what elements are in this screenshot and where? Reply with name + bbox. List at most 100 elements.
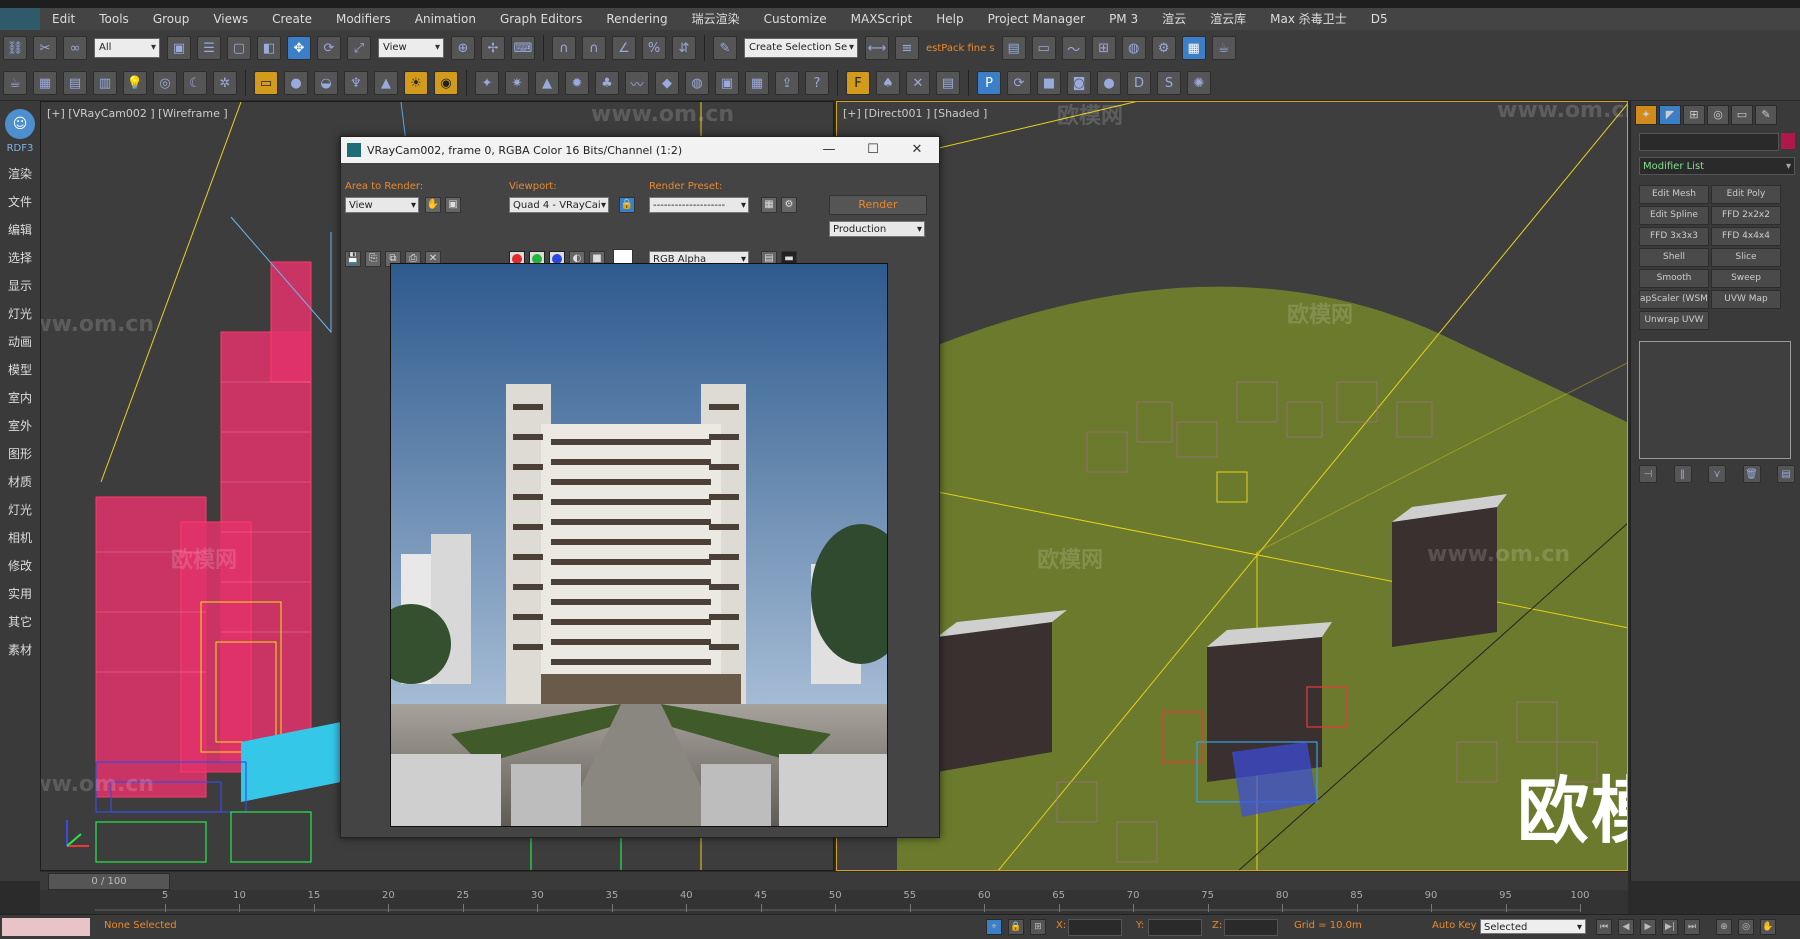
- select-scale-icon[interactable]: ⤢: [347, 36, 371, 60]
- rail-item-select[interactable]: 选择: [0, 244, 40, 272]
- sphere-light-icon[interactable]: ●: [284, 71, 308, 95]
- align-icon[interactable]: ≡: [895, 36, 919, 60]
- schematic-view-icon[interactable]: ⊞: [1091, 36, 1116, 60]
- rail-item-edit[interactable]: 编辑: [0, 216, 40, 244]
- auto-key-button[interactable]: Auto Key: [1432, 920, 1477, 931]
- mod-unwrap-uvw-button[interactable]: Unwrap UVW: [1639, 311, 1709, 330]
- pan-icon[interactable]: ✋: [1760, 919, 1776, 935]
- dome-light-icon[interactable]: ◒: [314, 71, 338, 95]
- snap-2d-icon[interactable]: ∩: [552, 36, 576, 60]
- menu-customize[interactable]: Customize: [752, 8, 839, 30]
- track-bar[interactable]: 5 10 15 20 25 30 35 40 45 50 55 60 65 70 75 80 85 90 95 100: [40, 890, 1628, 914]
- frame-icon[interactable]: ▦: [745, 71, 769, 95]
- menu-ruiyun[interactable]: 瑞云渲染: [680, 8, 752, 30]
- create-tab-icon[interactable]: ✦: [1635, 105, 1657, 125]
- hair-icon[interactable]: 〰: [625, 71, 649, 95]
- material-ball-icon[interactable]: ●: [1097, 71, 1121, 95]
- object-color-swatch[interactable]: [1781, 133, 1795, 149]
- pivot-center-icon[interactable]: ⊕: [451, 36, 475, 60]
- motion-tab-icon[interactable]: ◎: [1707, 105, 1729, 125]
- menu-pm3[interactable]: PM 3: [1097, 8, 1150, 30]
- vray-cam-icon[interactable]: ◎: [153, 71, 177, 95]
- rail-item-exterior[interactable]: 室外: [0, 412, 40, 440]
- render-production-icon[interactable]: ☕: [1211, 36, 1236, 60]
- sky-icon[interactable]: ◉: [434, 71, 458, 95]
- render-button[interactable]: Render: [829, 195, 927, 215]
- hierarchy-tab-icon[interactable]: ⊞: [1683, 105, 1705, 125]
- zoom-icon[interactable]: ⊕: [1716, 919, 1732, 935]
- menu-edit[interactable]: Edit: [40, 8, 87, 30]
- material-editor-icon[interactable]: ◍: [1121, 36, 1146, 60]
- next-frame-icon[interactable]: ▶|: [1662, 919, 1678, 935]
- close-icon[interactable]: ✕: [895, 137, 939, 163]
- render-region-icon[interactable]: ▥: [93, 71, 117, 95]
- y-coord-field[interactable]: [1148, 919, 1202, 936]
- go-to-end-icon[interactable]: ⏭: [1684, 919, 1700, 935]
- remove-modifier-icon[interactable]: 🗑: [1742, 465, 1761, 483]
- rail-item-material[interactable]: 材质: [0, 468, 40, 496]
- modify-tab-icon[interactable]: ◤: [1659, 105, 1681, 125]
- x-coord-field[interactable]: [1068, 919, 1122, 936]
- rail-item-assets[interactable]: 素材: [0, 636, 40, 664]
- grass-icon[interactable]: ♣: [595, 71, 619, 95]
- rail-item-camera[interactable]: 相机: [0, 524, 40, 552]
- layer-manager-icon[interactable]: ▤: [1001, 36, 1026, 60]
- modifier-list-dropdown[interactable]: Modifier List: [1639, 157, 1795, 176]
- viewport-label[interactable]: [+] [VRayCam002 ] [Wireframe ]: [47, 107, 228, 120]
- menu-modifiers[interactable]: Modifiers: [324, 8, 403, 30]
- minimize-icon[interactable]: —: [807, 137, 851, 163]
- rail-item-light[interactable]: 灯光: [0, 496, 40, 524]
- plane-light-icon[interactable]: ▭: [254, 71, 278, 95]
- menu-animation[interactable]: Animation: [403, 8, 488, 30]
- object-name-field[interactable]: [1639, 133, 1779, 151]
- mod-sweep-button[interactable]: Sweep: [1711, 269, 1781, 288]
- rail-item-other[interactable]: 其它: [0, 608, 40, 636]
- rail-item-light-a[interactable]: 灯光: [0, 300, 40, 328]
- plane-icon[interactable]: ▲: [535, 71, 559, 95]
- environment-icon[interactable]: ⚙: [781, 197, 797, 213]
- mod-smooth-button[interactable]: Smooth: [1639, 269, 1709, 288]
- menu-xuanyun[interactable]: 渲云: [1150, 8, 1198, 30]
- group-icon[interactable]: ✲: [213, 71, 237, 95]
- curve-editor-icon[interactable]: 〜: [1061, 36, 1086, 60]
- percent-snap-icon[interactable]: %: [642, 36, 666, 60]
- teapot-icon[interactable]: ☕: [3, 71, 27, 95]
- menu-project-manager[interactable]: Project Manager: [976, 8, 1097, 30]
- rendered-frame-window-icon[interactable]: ▦: [1181, 36, 1206, 60]
- menu-d5[interactable]: D5: [1359, 8, 1400, 30]
- selection-filter-dropdown[interactable]: All: [94, 38, 160, 58]
- mod-ffd-3-button[interactable]: FFD 3x3x3: [1639, 227, 1709, 246]
- rock-icon[interactable]: ◆: [655, 71, 679, 95]
- mod-slice-button[interactable]: Slice: [1711, 248, 1781, 267]
- copy-image-icon[interactable]: ⎘: [365, 251, 381, 267]
- rail-item-display[interactable]: 显示: [0, 272, 40, 300]
- angle-snap-icon[interactable]: ∠: [612, 36, 636, 60]
- mod-edit-poly-button[interactable]: Edit Poly: [1711, 185, 1781, 204]
- mod-uvw-map-button[interactable]: UVW Map: [1711, 290, 1781, 309]
- screenshot-icon[interactable]: ◙: [1067, 71, 1091, 95]
- rail-item-render[interactable]: 渲染: [0, 160, 40, 188]
- mesh-light-icon[interactable]: ♆: [344, 71, 368, 95]
- render-setup-icon[interactable]: ⚙: [1151, 36, 1176, 60]
- maximize-icon[interactable]: ☐: [851, 137, 895, 163]
- mod-edit-spline-button[interactable]: Edit Spline: [1639, 206, 1709, 225]
- settings-gear-icon[interactable]: ✺: [1187, 71, 1211, 95]
- auto-region-icon[interactable]: ▣: [445, 197, 461, 213]
- display-tab-icon[interactable]: ▭: [1731, 105, 1753, 125]
- rail-item-file[interactable]: 文件: [0, 188, 40, 216]
- reference-coordinate-dropdown[interactable]: View: [378, 38, 444, 58]
- forest-icon[interactable]: ♠: [876, 71, 900, 95]
- ribbon-icon[interactable]: ▭: [1031, 36, 1056, 60]
- render-window-titlebar[interactable]: VRayCam002, frame 0, RGBA Color 16 Bits/…: [341, 137, 939, 163]
- link-icon[interactable]: ⛓: [3, 36, 27, 60]
- mod-edit-mesh-button[interactable]: Edit Mesh: [1639, 185, 1709, 204]
- play-icon[interactable]: ▶: [1640, 919, 1656, 935]
- select-move-icon[interactable]: ✥: [287, 36, 311, 60]
- scatter-icon[interactable]: ✹: [565, 71, 589, 95]
- save-image-icon[interactable]: 💾: [345, 251, 361, 267]
- menu-graph-editors[interactable]: Graph Editors: [488, 8, 594, 30]
- production-dropdown[interactable]: Production: [829, 221, 925, 237]
- previous-frame-icon[interactable]: ◀: [1618, 919, 1634, 935]
- rail-item-model[interactable]: 模型: [0, 356, 40, 384]
- isolate-icon[interactable]: ⌖: [986, 919, 1002, 935]
